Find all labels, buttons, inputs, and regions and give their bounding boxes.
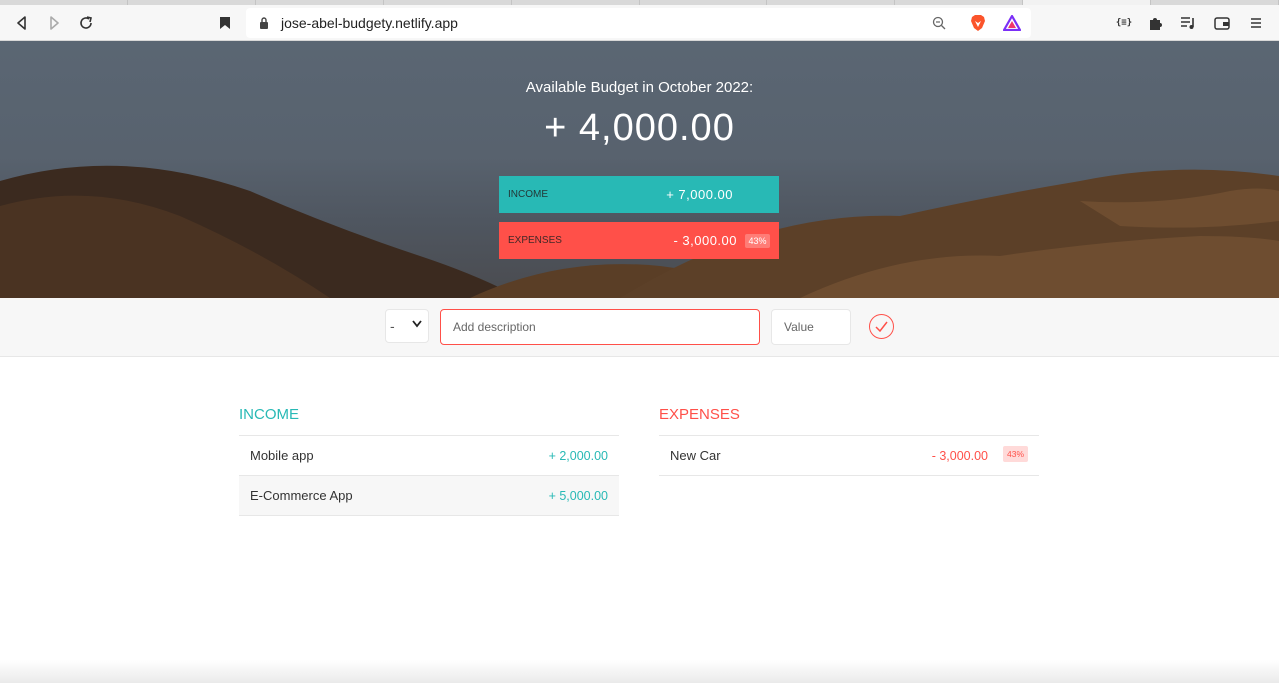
income-summary-value: + 7,000.00 <box>666 187 733 202</box>
income-item-value: + 2,000.00 <box>548 448 608 463</box>
expenses-summary: Expenses - 3,000.00 43% <box>499 222 779 259</box>
address-bar[interactable]: jose-abel-budgety.netlify.app <box>246 8 1031 38</box>
reload-icon[interactable] <box>75 12 97 34</box>
expenses-percentage-badge: 43% <box>745 233 770 248</box>
budget-title: Available Budget in October 2022: <box>525 79 754 96</box>
brave-shield-icon[interactable] <box>968 13 988 33</box>
back-icon[interactable] <box>11 12 33 34</box>
income-item-value: + 5,000.00 <box>548 488 608 503</box>
budget-value: + 4,000.00 <box>544 107 735 149</box>
type-select[interactable]: - <box>385 309 429 343</box>
rewards-icon[interactable] <box>1002 13 1022 33</box>
add-button[interactable] <box>869 314 894 339</box>
income-summary: Income + 7,000.00 <box>499 176 779 213</box>
expense-item[interactable]: New Car - 3,000.00 43% <box>659 436 1039 476</box>
browser-toolbar: jose-abel-budgety.netlify.app {≡} <box>0 5 1279 41</box>
bottom-edge <box>0 660 1279 683</box>
income-item-description: Mobile app <box>250 448 314 463</box>
devtools-icon[interactable]: {≡} <box>1113 12 1135 34</box>
expenses-list-title: Expenses <box>659 406 1039 436</box>
value-input[interactable] <box>771 309 851 345</box>
menu-icon[interactable] <box>1245 12 1267 34</box>
budget-hero: Available Budget in October 2022: + 4,00… <box>0 41 1279 298</box>
bookmark-icon[interactable] <box>214 12 236 34</box>
income-list: Income Mobile app + 2,000.00 E-Commerce … <box>239 406 619 516</box>
playlist-icon[interactable] <box>1177 12 1199 34</box>
expenses-list: Expenses New Car - 3,000.00 43% <box>659 406 1039 476</box>
checkmark-icon <box>875 321 888 332</box>
chevron-down-icon <box>412 320 422 328</box>
expense-item-percentage: 43% <box>1002 446 1028 462</box>
income-summary-label: Income <box>508 189 548 200</box>
add-item-bar: - <box>0 298 1279 357</box>
expenses-summary-value: - 3,000.00 <box>673 233 737 248</box>
expenses-summary-label: Expenses <box>508 235 562 246</box>
expense-item-value: - 3,000.00 <box>931 448 988 463</box>
forward-icon[interactable] <box>43 12 65 34</box>
extensions-icon[interactable] <box>1145 12 1167 34</box>
url-text: jose-abel-budgety.netlify.app <box>281 15 458 31</box>
lock-icon[interactable] <box>254 13 274 33</box>
expense-item-description: New Car <box>670 448 721 463</box>
income-list-title: Income <box>239 406 619 436</box>
description-input[interactable] <box>440 309 760 345</box>
zoom-icon[interactable] <box>929 13 949 33</box>
wallet-icon[interactable] <box>1211 12 1233 34</box>
income-item[interactable]: Mobile app + 2,000.00 <box>239 436 619 476</box>
type-select-value: - <box>390 318 395 334</box>
income-item[interactable]: E-Commerce App + 5,000.00 <box>239 476 619 516</box>
income-item-description: E-Commerce App <box>250 488 353 503</box>
